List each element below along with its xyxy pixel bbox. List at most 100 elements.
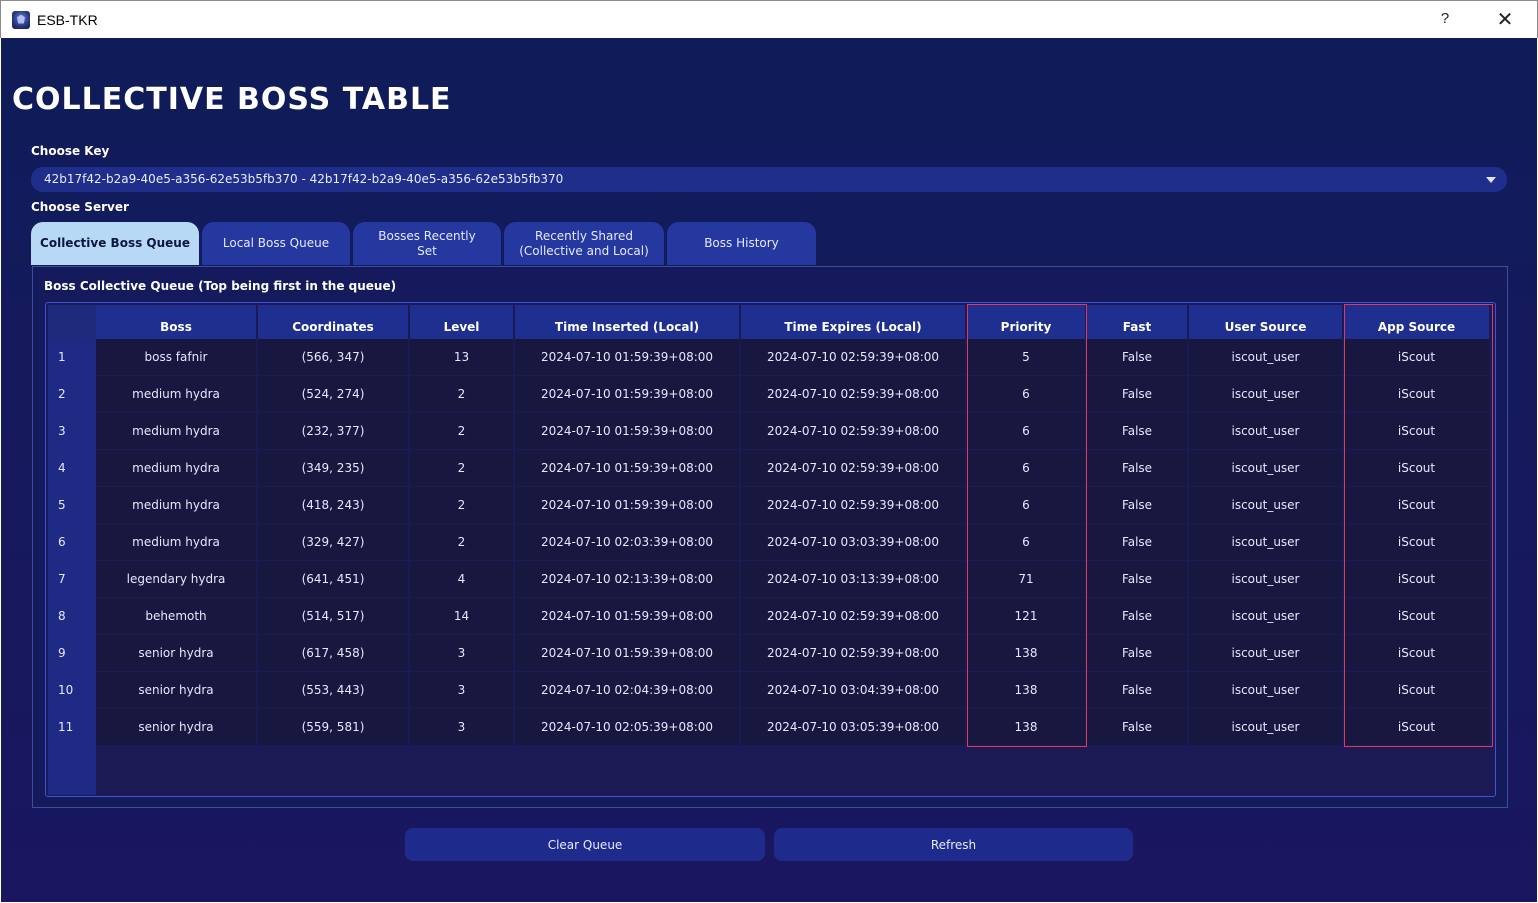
cell-level[interactable]: 2	[410, 413, 513, 449]
column-header-boss[interactable]: Boss	[96, 305, 256, 339]
cell-coordinates[interactable]: (641, 451)	[258, 561, 408, 597]
row-number[interactable]: 5	[48, 487, 96, 523]
row-number[interactable]: 4	[48, 450, 96, 486]
cell-app-source[interactable]: iScout	[1344, 709, 1489, 745]
row-number[interactable]: 1	[48, 339, 96, 375]
column-header-app-source[interactable]: App Source	[1344, 305, 1489, 339]
cell-time-inserted[interactable]: 2024-07-10 01:59:39+08:00	[515, 339, 739, 375]
cell-time-inserted[interactable]: 2024-07-10 01:59:39+08:00	[515, 598, 739, 634]
cell-time-expires[interactable]: 2024-07-10 02:59:39+08:00	[741, 635, 965, 671]
cell-priority[interactable]: 121	[967, 598, 1085, 634]
cell-time-expires[interactable]: 2024-07-10 03:03:39+08:00	[741, 524, 965, 560]
cell-time-expires[interactable]: 2024-07-10 02:59:39+08:00	[741, 487, 965, 523]
cell-priority[interactable]: 5	[967, 339, 1085, 375]
cell-priority[interactable]: 6	[967, 376, 1085, 412]
table-row[interactable]: 6 medium hydra (329, 427) 2 2024-07-10 02:03…	[48, 524, 1491, 561]
cell-priority[interactable]: 71	[967, 561, 1085, 597]
tab-recently-shared[interactable]: Recently Shared (Collective and Local)	[504, 222, 664, 265]
table-row[interactable]: 7 legendary hydra (641, 451) 4 2024-07-10 02…	[48, 561, 1491, 598]
row-number[interactable]: 10	[48, 672, 96, 708]
cell-time-inserted[interactable]: 2024-07-10 02:13:39+08:00	[515, 561, 739, 597]
cell-level[interactable]: 2	[410, 450, 513, 486]
column-header-time-inserted[interactable]: Time Inserted (Local)	[515, 305, 739, 339]
cell-time-expires[interactable]: 2024-07-10 03:13:39+08:00	[741, 561, 965, 597]
cell-fast[interactable]: False	[1087, 487, 1187, 523]
cell-coordinates[interactable]: (418, 243)	[258, 487, 408, 523]
clear-queue-button[interactable]: Clear Queue	[405, 828, 765, 861]
cell-time-inserted[interactable]: 2024-07-10 01:59:39+08:00	[515, 413, 739, 449]
cell-boss[interactable]: senior hydra	[96, 672, 256, 708]
key-dropdown[interactable]: 42b17f42-b2a9-40e5-a356-62e53b5fb370 - 4…	[31, 167, 1507, 192]
cell-boss[interactable]: behemoth	[96, 598, 256, 634]
cell-user-source[interactable]: iscout_user	[1189, 413, 1342, 449]
cell-fast[interactable]: False	[1087, 413, 1187, 449]
row-number[interactable]: 8	[48, 598, 96, 634]
row-number[interactable]: 9	[48, 635, 96, 671]
column-header-priority[interactable]: Priority	[967, 305, 1085, 339]
tab-bosses-recently-set[interactable]: Bosses Recently Set	[353, 222, 501, 265]
cell-boss[interactable]: medium hydra	[96, 450, 256, 486]
row-number[interactable]: 7	[48, 561, 96, 597]
cell-boss[interactable]: boss fafnir	[96, 339, 256, 375]
cell-coordinates[interactable]: (553, 443)	[258, 672, 408, 708]
cell-user-source[interactable]: iscout_user	[1189, 672, 1342, 708]
table-row[interactable]: 4 medium hydra (349, 235) 2 2024-07-10 01:59…	[48, 450, 1491, 487]
cell-app-source[interactable]: iScout	[1344, 339, 1489, 375]
cell-level[interactable]: 3	[410, 635, 513, 671]
table-row[interactable]: 9 senior hydra (617, 458) 3 2024-07-10 01:59…	[48, 635, 1491, 672]
table-row[interactable]: 5 medium hydra (418, 243) 2 2024-07-10 01:59…	[48, 487, 1491, 524]
cell-fast[interactable]: False	[1087, 376, 1187, 412]
cell-user-source[interactable]: iscout_user	[1189, 709, 1342, 745]
cell-priority[interactable]: 138	[967, 709, 1085, 745]
cell-boss[interactable]: senior hydra	[96, 635, 256, 671]
cell-level[interactable]: 13	[410, 339, 513, 375]
cell-fast[interactable]: False	[1087, 524, 1187, 560]
cell-boss[interactable]: medium hydra	[96, 487, 256, 523]
table-row[interactable]: 2 medium hydra (524, 274) 2 2024-07-10 01:59…	[48, 376, 1491, 413]
cell-app-source[interactable]: iScout	[1344, 635, 1489, 671]
boss-queue-table[interactable]: Boss Coordinates Level Time Inserted (Local…	[45, 302, 1496, 797]
cell-user-source[interactable]: iscout_user	[1189, 635, 1342, 671]
cell-priority[interactable]: 6	[967, 450, 1085, 486]
cell-app-source[interactable]: iScout	[1344, 672, 1489, 708]
cell-level[interactable]: 3	[410, 672, 513, 708]
cell-app-source[interactable]: iScout	[1344, 450, 1489, 486]
column-header-user-source[interactable]: User Source	[1189, 305, 1342, 339]
cell-fast[interactable]: False	[1087, 598, 1187, 634]
row-number[interactable]: 6	[48, 524, 96, 560]
cell-fast[interactable]: False	[1087, 450, 1187, 486]
cell-user-source[interactable]: iscout_user	[1189, 561, 1342, 597]
cell-boss[interactable]: legendary hydra	[96, 561, 256, 597]
cell-coordinates[interactable]: (617, 458)	[258, 635, 408, 671]
cell-user-source[interactable]: iscout_user	[1189, 376, 1342, 412]
cell-level[interactable]: 14	[410, 598, 513, 634]
row-number[interactable]: 3	[48, 413, 96, 449]
cell-fast[interactable]: False	[1087, 635, 1187, 671]
cell-user-source[interactable]: iscout_user	[1189, 450, 1342, 486]
cell-fast[interactable]: False	[1087, 561, 1187, 597]
tab-boss-history[interactable]: Boss History	[667, 222, 816, 265]
row-number[interactable]: 2	[48, 376, 96, 412]
cell-user-source[interactable]: iscout_user	[1189, 487, 1342, 523]
table-row[interactable]: 10 senior hydra (553, 443) 3 2024-07-10 02:0…	[48, 672, 1491, 709]
cell-app-source[interactable]: iScout	[1344, 598, 1489, 634]
cell-coordinates[interactable]: (559, 581)	[258, 709, 408, 745]
close-button[interactable]: ✕	[1495, 8, 1515, 30]
column-header-time-expires[interactable]: Time Expires (Local)	[741, 305, 965, 339]
cell-app-source[interactable]: iScout	[1344, 524, 1489, 560]
column-header-level[interactable]: Level	[410, 305, 513, 339]
table-row[interactable]: 8 behemoth (514, 517) 14 2024-07-10 01:59:39…	[48, 598, 1491, 635]
cell-time-expires[interactable]: 2024-07-10 02:59:39+08:00	[741, 339, 965, 375]
cell-level[interactable]: 2	[410, 487, 513, 523]
cell-user-source[interactable]: iscout_user	[1189, 598, 1342, 634]
cell-time-expires[interactable]: 2024-07-10 02:59:39+08:00	[741, 413, 965, 449]
cell-priority[interactable]: 6	[967, 487, 1085, 523]
table-row[interactable]: 11 senior hydra (559, 581) 3 2024-07-10 02:0…	[48, 709, 1491, 746]
refresh-button[interactable]: Refresh	[774, 828, 1133, 861]
cell-coordinates[interactable]: (232, 377)	[258, 413, 408, 449]
cell-time-inserted[interactable]: 2024-07-10 01:59:39+08:00	[515, 487, 739, 523]
cell-time-inserted[interactable]: 2024-07-10 01:59:39+08:00	[515, 450, 739, 486]
cell-time-expires[interactable]: 2024-07-10 03:05:39+08:00	[741, 709, 965, 745]
tab-collective-boss-queue[interactable]: Collective Boss Queue	[31, 222, 199, 265]
cell-priority[interactable]: 138	[967, 672, 1085, 708]
